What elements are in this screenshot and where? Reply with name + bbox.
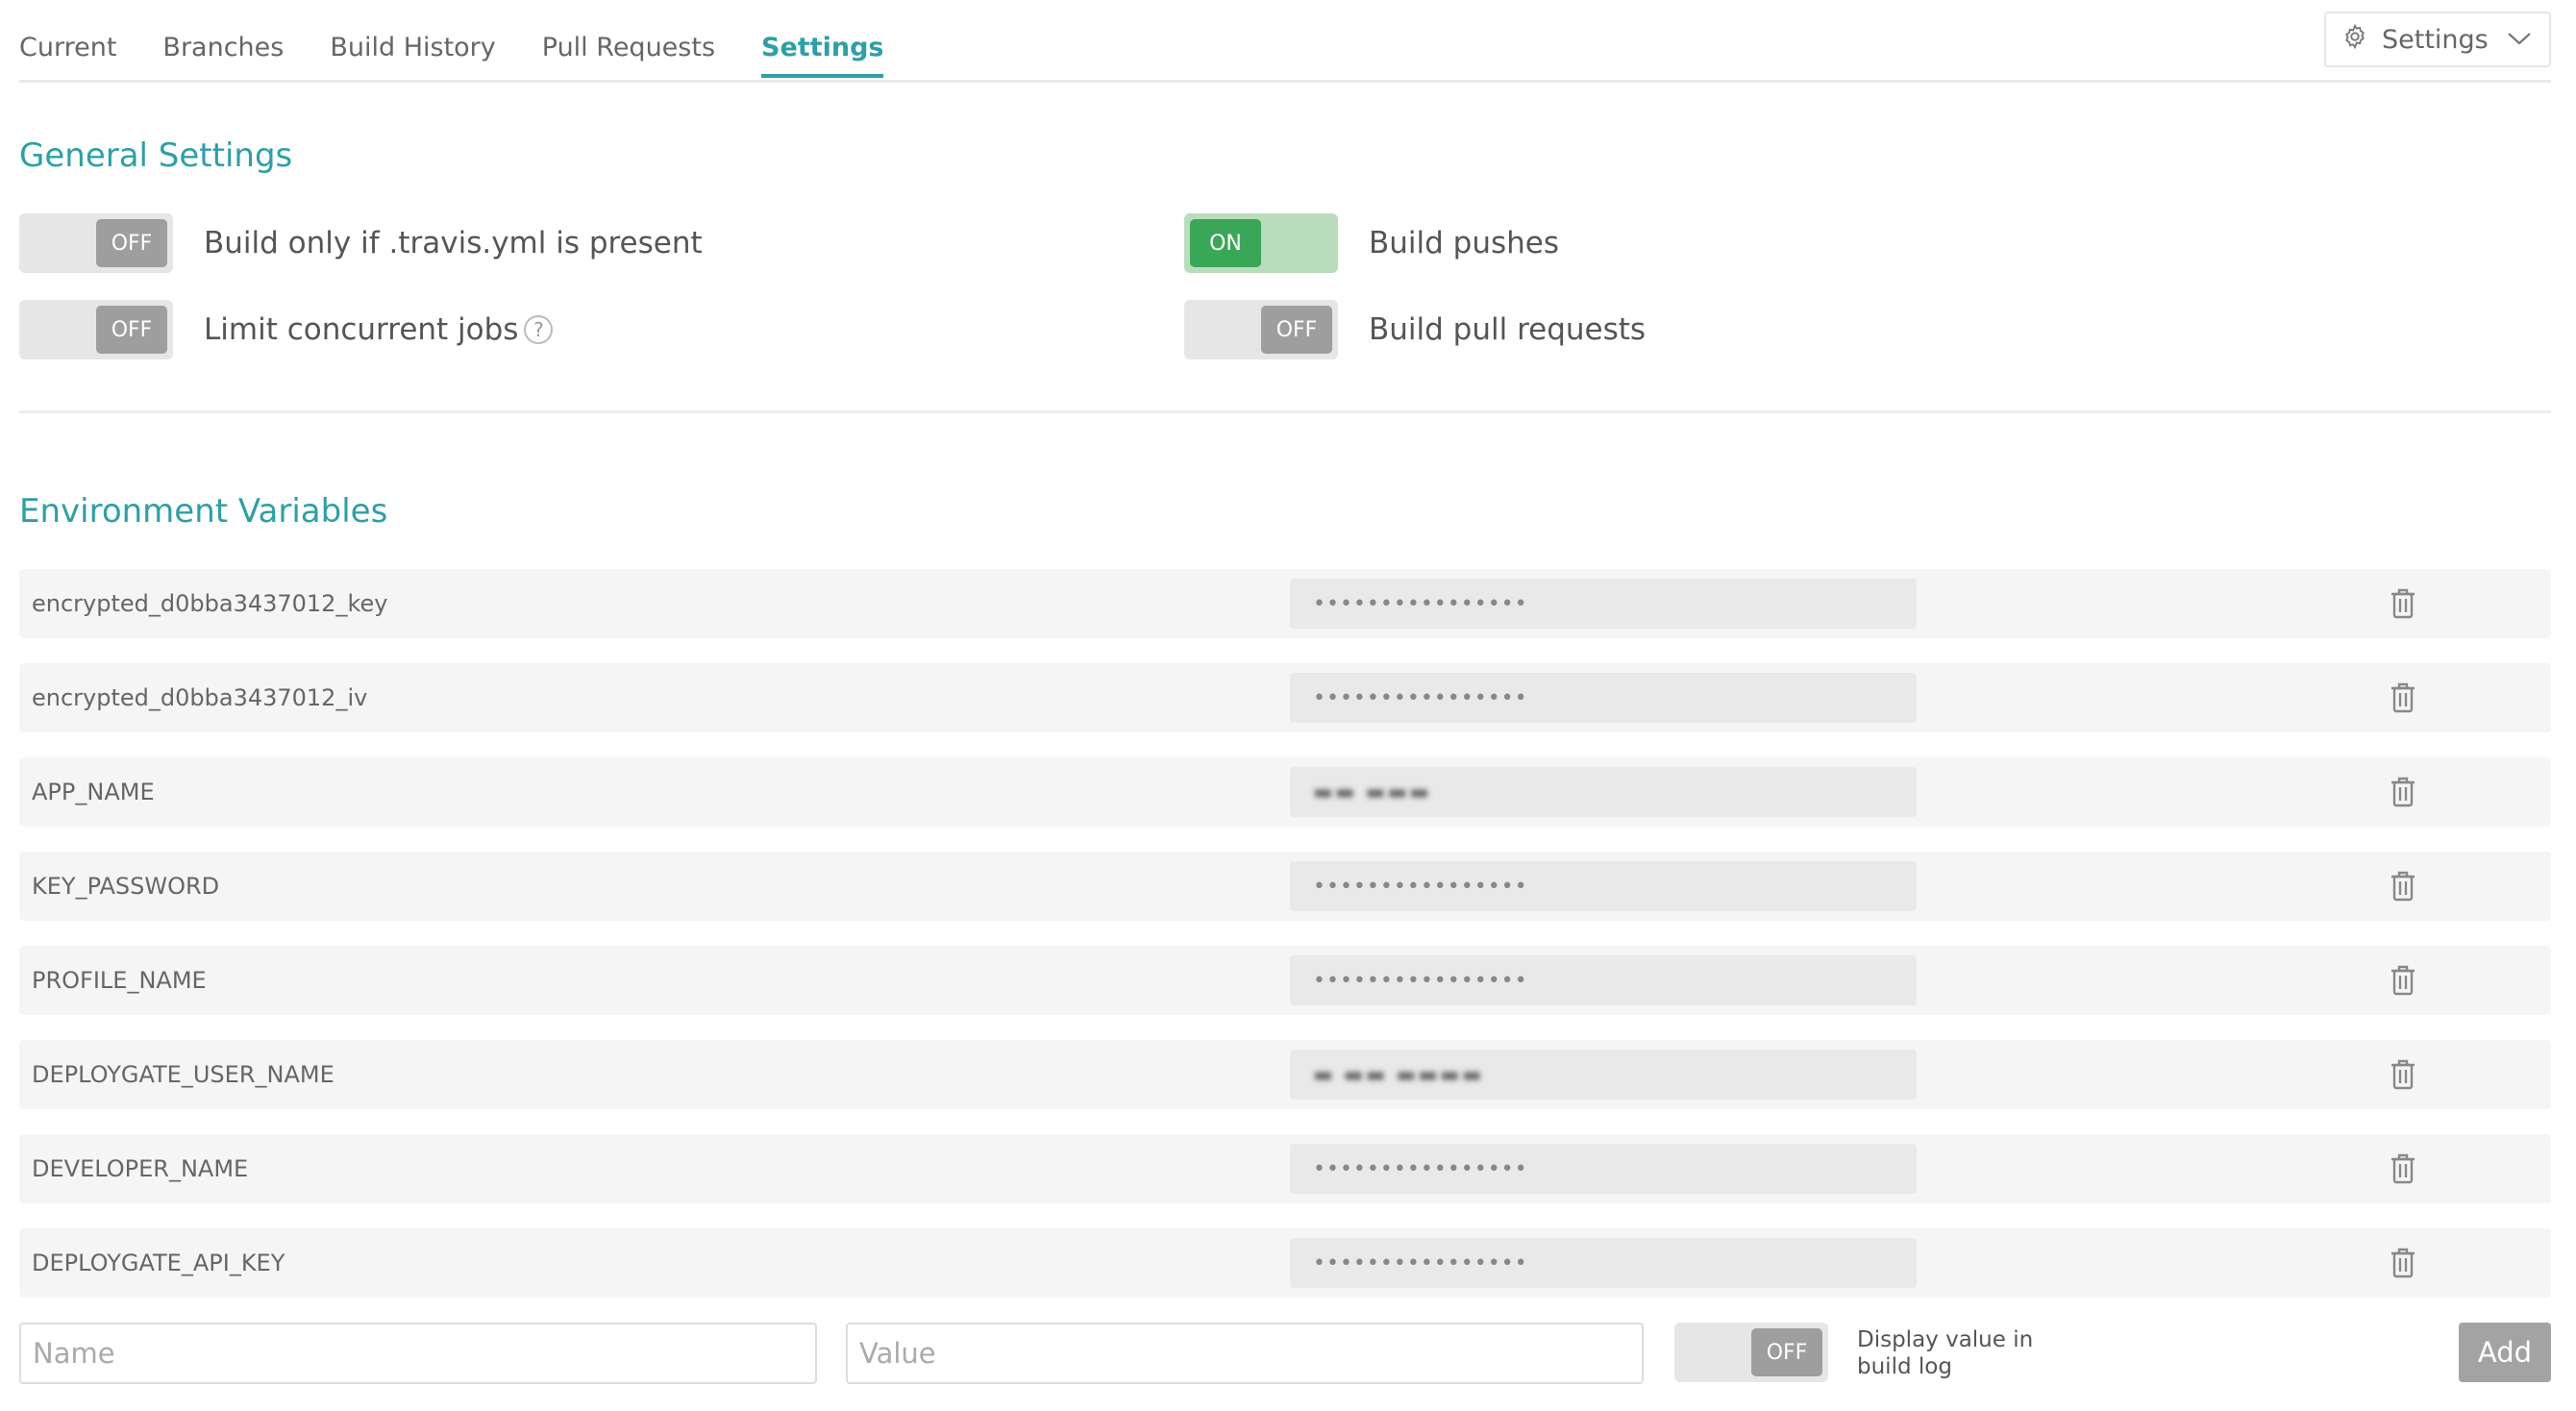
env-variable-name: KEY_PASSWORD: [32, 873, 220, 900]
env-variable-row: encrypted_d0bba3437012_iv ••••••••••••••…: [19, 663, 2551, 732]
add-env-variable-form: OFF Display value in build log Add: [19, 1323, 2551, 1384]
env-variable-name: encrypted_d0bba3437012_key: [32, 590, 388, 617]
settings-menu-button[interactable]: Settings: [2324, 12, 2551, 67]
env-variable-value: ▬▬ ▬▬▬: [1290, 767, 1917, 817]
general-settings-title: General Settings: [19, 136, 293, 175]
env-variable-value: ••••••••••••••••: [1290, 1144, 1917, 1194]
help-icon[interactable]: ?: [524, 315, 554, 344]
setting-build-pushes: ON Build pushes: [1184, 213, 1559, 273]
env-variable-name: encrypted_d0bba3437012_iv: [32, 684, 368, 711]
env-variable-name: DEPLOYGATE_USER_NAME: [32, 1061, 334, 1088]
env-variable-row: APP_NAME ▬▬ ▬▬▬: [19, 757, 2551, 827]
toggle-state: ON: [1190, 219, 1261, 267]
repository-settings-page: Current Branches Build History Pull Requ…: [0, 0, 2576, 1411]
trash-icon[interactable]: [2384, 1244, 2422, 1282]
trash-icon[interactable]: [2384, 1055, 2422, 1094]
setting-build-only-if-travis-yml: OFF Build only if .travis.yml is present: [19, 213, 703, 273]
display-value-label: Display value in build log: [1857, 1327, 2034, 1379]
env-variable-value: ••••••••••••••••: [1290, 579, 1917, 629]
setting-label: Build pushes: [1369, 226, 1560, 260]
env-variable-row: DEVELOPER_NAME ••••••••••••••••: [19, 1134, 2551, 1203]
env-variable-value: ▬ ▬▬ ▬▬▬▬: [1290, 1050, 1917, 1100]
env-variable-value: ••••••••••••••••: [1290, 1238, 1917, 1288]
display-value-toggle[interactable]: OFF: [1674, 1323, 1828, 1382]
toggle-state: OFF: [96, 306, 167, 354]
tab-pull-requests[interactable]: Pull Requests: [542, 33, 715, 78]
setting-build-pull-requests: OFF Build pull requests: [1184, 300, 1646, 359]
env-variable-value: ••••••••••••••••: [1290, 673, 1917, 723]
env-name-input[interactable]: [19, 1323, 817, 1384]
env-value-input[interactable]: [846, 1323, 1644, 1384]
add-variable-button[interactable]: Add: [2459, 1323, 2551, 1382]
env-variable-value: ••••••••••••••••: [1290, 955, 1917, 1005]
trash-icon[interactable]: [2384, 584, 2422, 623]
env-variable-row: DEPLOYGATE_USER_NAME ▬ ▬▬ ▬▬▬▬: [19, 1040, 2551, 1109]
tab-current[interactable]: Current: [19, 33, 116, 78]
trash-icon[interactable]: [2384, 773, 2422, 811]
blurred-value: ▬ ▬▬ ▬▬▬▬: [1313, 1062, 1484, 1087]
chevron-down-icon: [2505, 25, 2534, 55]
trash-icon[interactable]: [2384, 867, 2422, 905]
env-variable-name: APP_NAME: [32, 779, 155, 805]
repo-navigation: Current Branches Build History Pull Requ…: [19, 0, 2551, 83]
blurred-value: ▬▬ ▬▬▬: [1313, 780, 1431, 805]
env-variable-row: KEY_PASSWORD ••••••••••••••••: [19, 852, 2551, 921]
limit-concurrent-jobs-toggle[interactable]: OFF: [19, 300, 173, 359]
toggle-state: OFF: [1751, 1328, 1822, 1376]
env-variable-list: encrypted_d0bba3437012_key •••••••••••••…: [19, 569, 2551, 1323]
env-variable-name: PROFILE_NAME: [32, 967, 207, 994]
tab-build-history[interactable]: Build History: [330, 33, 495, 78]
setting-label: Build pull requests: [1369, 312, 1647, 347]
build-pushes-toggle[interactable]: ON: [1184, 213, 1338, 273]
toggle-state: OFF: [96, 219, 167, 267]
settings-menu-label: Settings: [2382, 24, 2489, 55]
toggle-state: OFF: [1261, 306, 1332, 354]
trash-icon[interactable]: [2384, 1150, 2422, 1188]
trash-icon[interactable]: [2384, 961, 2422, 1000]
setting-label: Build only if .travis.yml is present: [204, 226, 703, 260]
env-variable-row: encrypted_d0bba3437012_key •••••••••••••…: [19, 569, 2551, 638]
trash-icon[interactable]: [2384, 679, 2422, 717]
setting-label-text: Limit concurrent jobs: [204, 312, 519, 347]
build-only-if-travis-yml-toggle[interactable]: OFF: [19, 213, 173, 273]
setting-label: Limit concurrent jobs ?: [204, 312, 554, 347]
env-variable-name: DEVELOPER_NAME: [32, 1155, 249, 1182]
env-variable-name: DEPLOYGATE_API_KEY: [32, 1250, 285, 1276]
gear-icon: [2341, 23, 2368, 57]
tab-settings[interactable]: Settings: [761, 33, 884, 78]
setting-limit-concurrent-jobs: OFF Limit concurrent jobs ?: [19, 300, 554, 359]
section-divider: [19, 410, 2551, 413]
env-variable-row: PROFILE_NAME ••••••••••••••••: [19, 946, 2551, 1015]
env-variable-row: DEPLOYGATE_API_KEY ••••••••••••••••: [19, 1228, 2551, 1298]
repo-tabs: Current Branches Build History Pull Requ…: [19, 33, 884, 78]
environment-variables-title: Environment Variables: [19, 492, 388, 531]
env-variable-value: ••••••••••••••••: [1290, 861, 1917, 911]
build-pull-requests-toggle[interactable]: OFF: [1184, 300, 1338, 359]
tab-branches[interactable]: Branches: [162, 33, 284, 78]
